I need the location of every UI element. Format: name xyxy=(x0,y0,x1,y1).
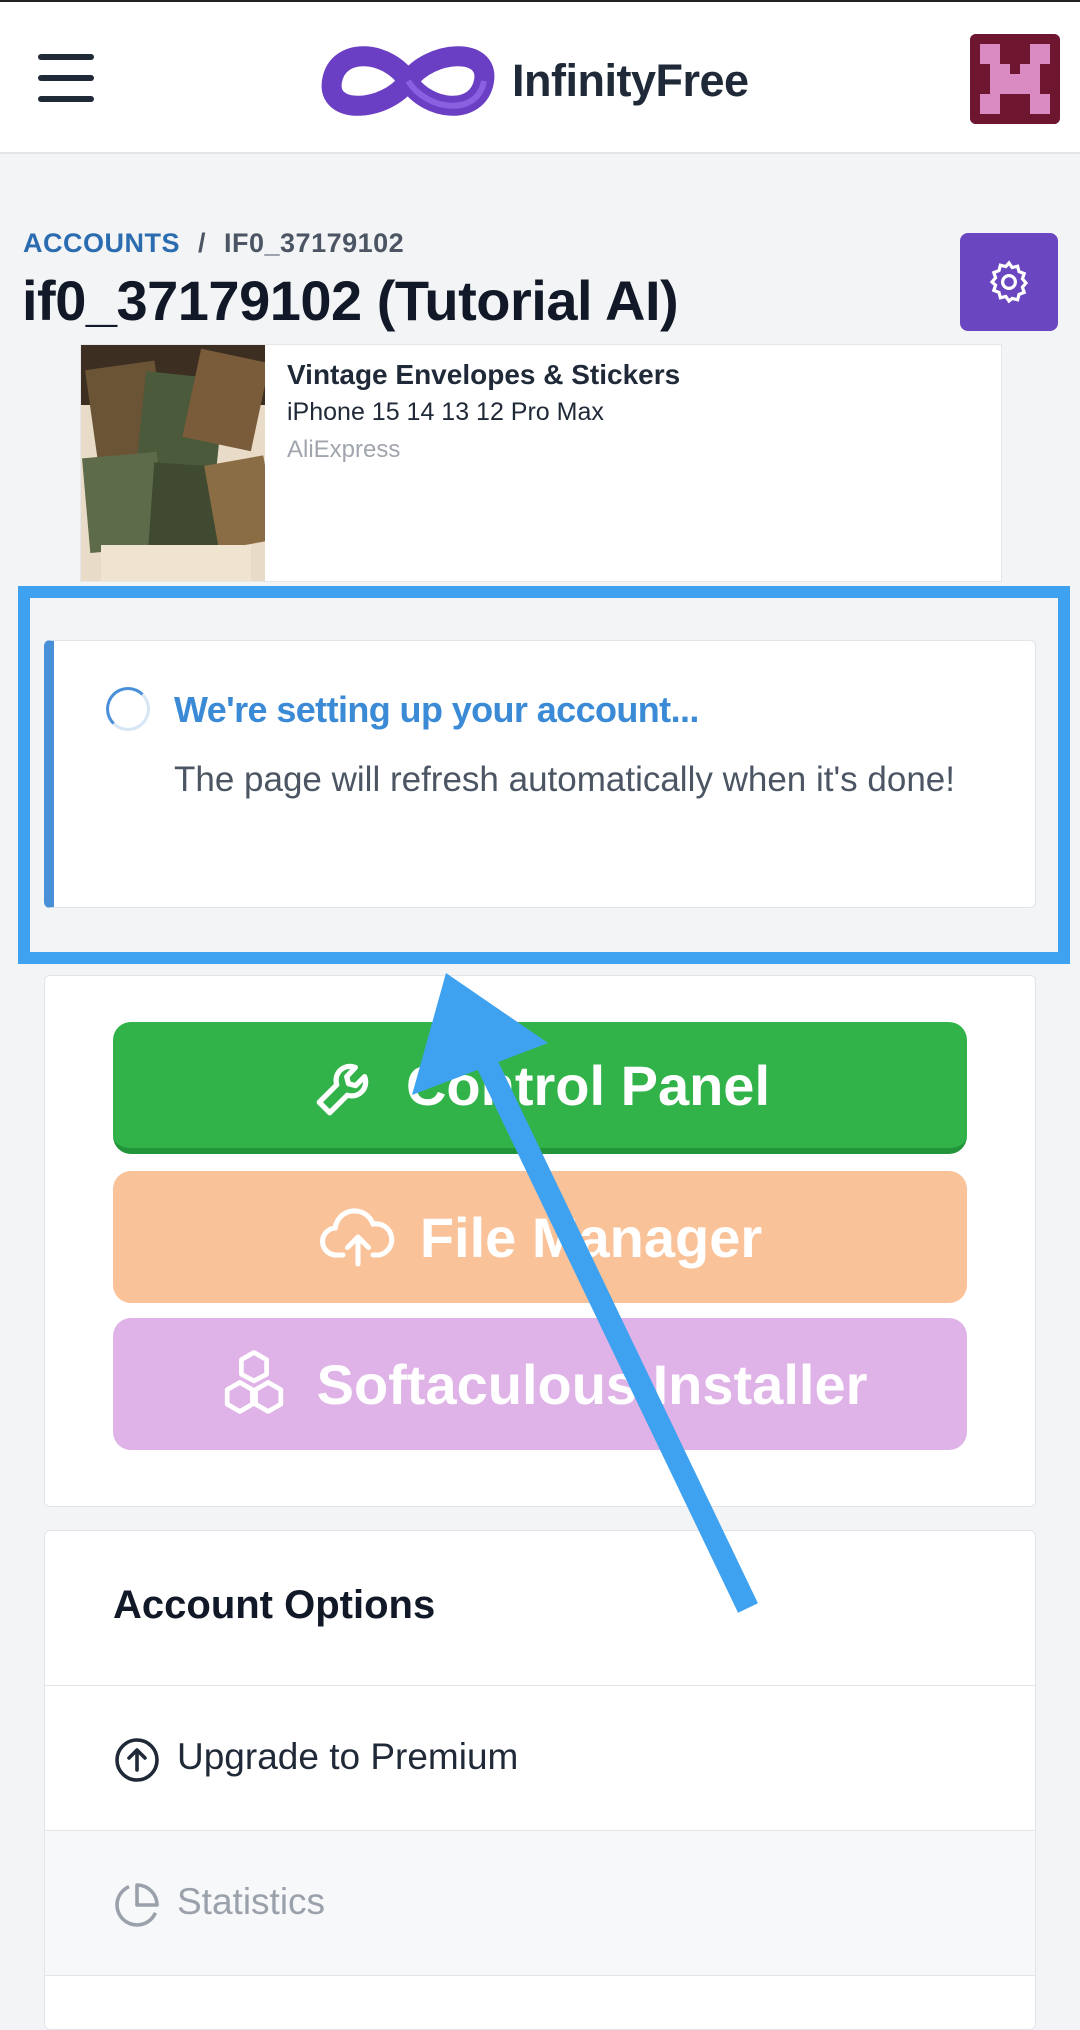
top-navbar: InfinityFree xyxy=(0,0,1080,154)
cubes-icon xyxy=(224,1350,283,1414)
account-options-header: Account Options xyxy=(45,1531,1035,1686)
quick-actions-card: Control Panel File Manager Softaculous I… xyxy=(44,975,1036,1507)
file-manager-button[interactable]: File Manager xyxy=(113,1171,967,1303)
ad-product-image xyxy=(81,345,265,581)
arrow-up-circle-icon xyxy=(115,1738,159,1782)
statistics-option[interactable]: Statistics xyxy=(45,1831,1035,1976)
advertisement-banner[interactable]: Vintage Envelopes & Stickers iPhone 15 1… xyxy=(80,344,1002,582)
account-settings-button[interactable] xyxy=(960,233,1058,331)
upgrade-to-premium-label: Upgrade to Premium xyxy=(177,1736,519,1777)
breadcrumb-current: IF0_37179102 xyxy=(224,228,405,258)
softaculous-label: Softaculous Installer xyxy=(316,1352,868,1416)
breadcrumb-accounts-link[interactable]: ACCOUNTS xyxy=(23,228,180,258)
annotation-highlight-box xyxy=(18,586,1070,964)
file-manager-label: File Manager xyxy=(419,1205,763,1269)
control-panel-button[interactable]: Control Panel xyxy=(113,1022,967,1154)
gear-icon xyxy=(989,260,1029,304)
account-options-title: Account Options xyxy=(113,1583,436,1627)
ad-subtitle: iPhone 15 14 13 12 Pro Max xyxy=(287,398,604,426)
control-panel-label: Control Panel xyxy=(405,1053,771,1117)
ad-source: AliExpress xyxy=(287,436,401,463)
brand-logo[interactable]: InfinityFree xyxy=(318,38,749,124)
user-avatar[interactable] xyxy=(970,34,1060,124)
account-options-card: Account Options Upgrade to Premium Stati… xyxy=(44,1530,1036,2030)
breadcrumb: ACCOUNTS / IF0_37179102 xyxy=(23,228,404,259)
ad-title: Vintage Envelopes & Stickers xyxy=(287,359,681,390)
pie-chart-icon xyxy=(115,1883,159,1927)
wrench-icon xyxy=(316,1063,369,1116)
breadcrumb-separator: / xyxy=(198,228,207,258)
brand-name: InfinityFree xyxy=(512,55,749,106)
infinity-logo-icon xyxy=(321,46,495,116)
statistics-label: Statistics xyxy=(177,1881,326,1922)
upgrade-to-premium-option[interactable]: Upgrade to Premium xyxy=(45,1686,1035,1831)
page-title: if0_37179102 (Tutorial AI) xyxy=(22,269,679,332)
pixel-avatar-icon xyxy=(970,34,1060,124)
cloud-upload-icon xyxy=(319,1208,395,1267)
hamburger-menu-icon[interactable] xyxy=(38,54,94,104)
softaculous-installer-button[interactable]: Softaculous Installer xyxy=(113,1318,967,1450)
